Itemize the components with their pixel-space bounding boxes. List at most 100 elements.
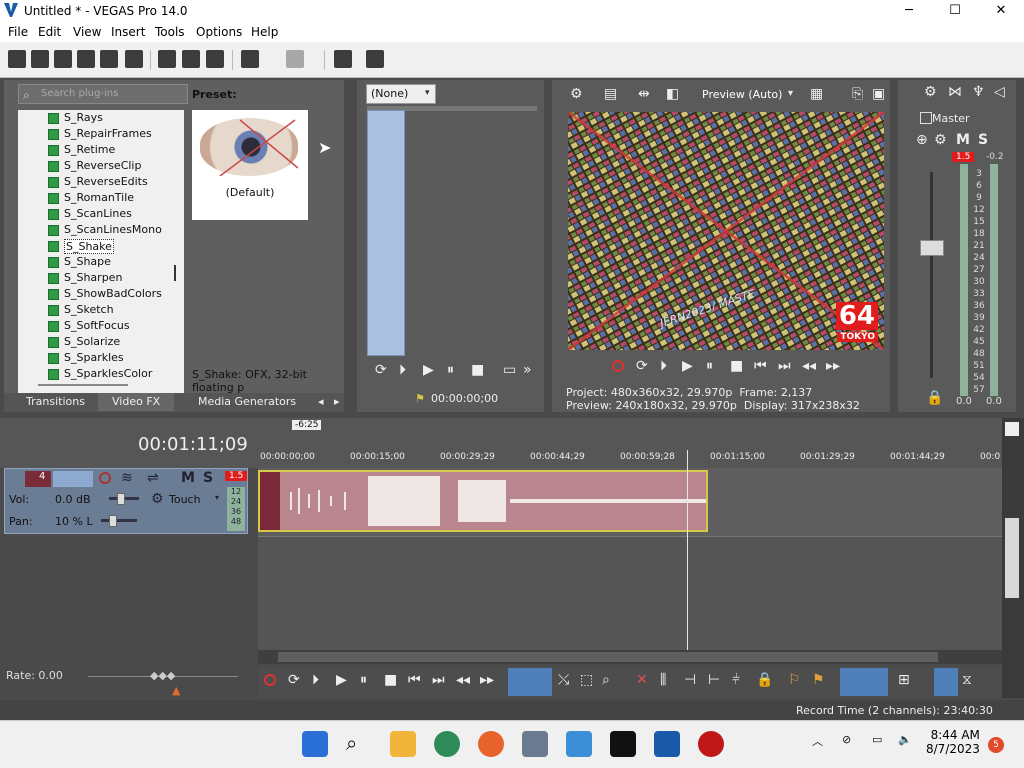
fx-plugin-icon[interactable]: [334, 50, 352, 68]
settings-icon[interactable]: ⚙: [570, 86, 583, 102]
next-frame-icon[interactable]: ▸▸: [480, 672, 494, 688]
external-monitor-icon[interactable]: ▤: [604, 86, 617, 102]
mute-button[interactable]: M: [181, 470, 195, 486]
vertical-scroll-thumb[interactable]: [174, 265, 176, 281]
tree-item[interactable]: S_Shape: [64, 255, 111, 268]
firefox-icon[interactable]: [478, 731, 504, 757]
chrome-icon[interactable]: [434, 731, 460, 757]
menu-edit[interactable]: Edit: [38, 25, 61, 39]
split-icon[interactable]: ⫩: [732, 672, 740, 688]
lock-icon[interactable]: 🔒: [756, 672, 773, 688]
scroll-thumb[interactable]: [278, 652, 938, 662]
tab-video-fx[interactable]: Video FX: [98, 393, 175, 411]
pause-icon[interactable]: ⏸: [360, 672, 367, 688]
tree-item[interactable]: S_ScanLinesMono: [64, 223, 162, 236]
preview-quality-select[interactable]: Preview (Auto): [702, 88, 782, 101]
record-icon[interactable]: [612, 360, 624, 372]
stop-icon[interactable]: ■: [730, 358, 743, 374]
normal-edit-tool[interactable]: [508, 668, 552, 696]
save-snapshot-icon[interactable]: ▣: [872, 86, 885, 102]
paste-icon[interactable]: [206, 50, 224, 68]
open-icon[interactable]: [31, 50, 49, 68]
go-to-start-icon[interactable]: ⏮: [754, 358, 767, 374]
menu-view[interactable]: View: [73, 25, 101, 39]
tree-item[interactable]: S_Sketch: [64, 303, 114, 316]
rate-slider[interactable]: ◆◆◆: [150, 669, 175, 682]
master-fader[interactable]: [920, 240, 944, 256]
play-icon[interactable]: ▶: [682, 358, 693, 374]
play-from-start-icon[interactable]: ⏵: [312, 672, 319, 688]
minimize-button[interactable]: ─: [886, 0, 932, 22]
cut-icon[interactable]: [158, 50, 176, 68]
timeline-track-area[interactable]: [258, 468, 1002, 650]
pause-icon[interactable]: ⏸: [447, 362, 454, 378]
tree-item[interactable]: S_RepairFrames: [64, 127, 152, 140]
lock-icon[interactable]: 🔒: [926, 390, 943, 406]
menu-file[interactable]: File: [8, 25, 28, 39]
gear-icon[interactable]: ⚙: [151, 491, 164, 507]
play-from-start-icon[interactable]: ⏵: [660, 358, 667, 374]
downmix-icon[interactable]: ⋈: [948, 84, 962, 100]
region-icon[interactable]: ⚑: [812, 672, 825, 688]
pan-slider[interactable]: [109, 515, 117, 527]
stop-icon[interactable]: ■: [384, 672, 397, 688]
tab-media-generators[interactable]: Media Generators: [198, 395, 296, 408]
menu-help[interactable]: Help: [251, 25, 278, 39]
settings-icon[interactable]: [522, 731, 548, 757]
previous-frame-icon[interactable]: ◂◂: [802, 358, 816, 374]
trim-start-icon[interactable]: ⊣: [684, 672, 696, 688]
tree-item[interactable]: S_Solarize: [64, 335, 120, 348]
audio-clip[interactable]: [258, 470, 708, 532]
trim-end-icon[interactable]: ⊢: [708, 672, 720, 688]
overlay-icon[interactable]: ◧: [666, 86, 679, 102]
horizontal-scrollbar[interactable]: [18, 380, 184, 393]
go-to-end-icon[interactable]: ⏭: [778, 358, 791, 374]
recorder-icon[interactable]: [698, 731, 724, 757]
new-project-icon[interactable]: [8, 50, 26, 68]
record-icon[interactable]: [264, 674, 276, 686]
arm-record-icon[interactable]: [99, 472, 111, 484]
tree-item[interactable]: S_RomanTile: [64, 191, 134, 204]
tree-item-selected[interactable]: S_Shake: [64, 239, 114, 254]
trimmer-clip-area[interactable]: [367, 110, 405, 356]
loop-icon[interactable]: ⟳: [288, 672, 300, 688]
tree-item[interactable]: S_ReverseEdits: [64, 175, 148, 188]
close-button[interactable]: ✕: [978, 0, 1024, 22]
grid-icon[interactable]: ▦: [810, 86, 823, 102]
tree-item[interactable]: S_SoftFocus: [64, 319, 130, 332]
more-icon[interactable]: »: [523, 362, 532, 378]
add-to-timeline-icon[interactable]: ▭: [503, 362, 516, 378]
properties-icon[interactable]: [125, 50, 143, 68]
auto-crossfade-icon[interactable]: ⧖: [962, 672, 972, 688]
tree-item[interactable]: S_Retime: [64, 143, 115, 156]
loop-icon[interactable]: ⟳: [375, 362, 387, 378]
solo-button[interactable]: S: [203, 470, 213, 486]
search-input[interactable]: Search plug-ins: [18, 84, 188, 104]
scroll-thumb[interactable]: [1005, 518, 1019, 598]
volume-icon[interactable]: 🔈: [898, 733, 912, 746]
notepad-icon[interactable]: [566, 731, 592, 757]
menu-options[interactable]: Options: [196, 25, 242, 39]
selection-tool-icon[interactable]: ⬚: [580, 672, 593, 688]
menu-insert[interactable]: Insert: [111, 25, 145, 39]
preset-thumbnail[interactable]: (Default): [192, 110, 308, 220]
previous-frame-icon[interactable]: ◂◂: [456, 672, 470, 688]
tab-transitions[interactable]: Transitions: [26, 395, 85, 408]
loop-icon[interactable]: ⟳: [636, 358, 648, 374]
pause-icon[interactable]: ⏸: [706, 358, 713, 374]
zoom-tool-icon[interactable]: ⌕: [602, 672, 610, 688]
undo-icon[interactable]: [241, 50, 259, 68]
copy-icon[interactable]: [182, 50, 200, 68]
volume-slider[interactable]: [117, 493, 125, 505]
solo-button[interactable]: S: [978, 132, 988, 148]
bus-fx-icon[interactable]: ⊕: [916, 132, 928, 148]
tree-item[interactable]: S_SparklesColor: [64, 367, 152, 380]
stop-icon[interactable]: ■: [471, 362, 484, 378]
settings-icon[interactable]: ⚙: [924, 84, 937, 100]
chevron-down-icon[interactable]: ▾: [215, 493, 219, 502]
timeline-vscrollbar[interactable]: [1002, 418, 1024, 698]
7zip-icon[interactable]: [610, 731, 636, 757]
save-as-icon[interactable]: [77, 50, 95, 68]
tab-scroll-right-icon[interactable]: ▸: [334, 395, 340, 408]
snapping-toggle[interactable]: [840, 668, 888, 696]
